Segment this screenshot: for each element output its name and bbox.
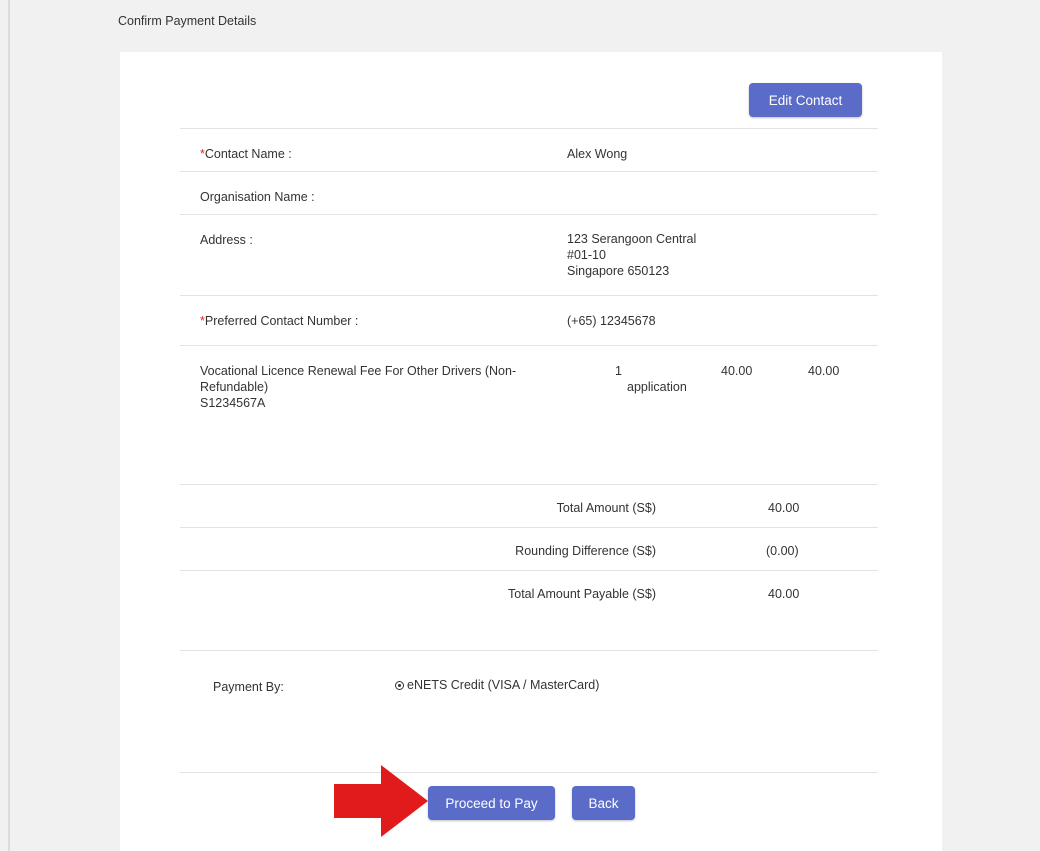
radio-selected-icon[interactable]: [395, 681, 404, 690]
divider: [180, 295, 878, 296]
total-amount-label: Total Amount (S$): [556, 501, 656, 515]
address-value: 123 Serangoon Central #01-10 Singapore 6…: [567, 231, 696, 279]
address-line: 123 Serangoon Central: [567, 232, 697, 246]
item-description: Vocational Licence Renewal Fee For Other…: [200, 363, 580, 411]
payment-details-card: Edit Contact *Contact Name : Alex Wong O…: [120, 52, 942, 851]
red-arrow-icon: [334, 765, 428, 837]
page-title: Confirm Payment Details: [118, 14, 257, 28]
divider: [180, 650, 878, 651]
item-description-line: Vocational Licence Renewal Fee For Other…: [200, 364, 517, 378]
payment-by-label: Payment By:: [213, 680, 284, 694]
item-unit-price: 40.00: [721, 364, 753, 378]
item-description-line: Refundable): [200, 380, 269, 394]
item-description-line: S1234567A: [200, 396, 266, 410]
organisation-name-label: Organisation Name :: [200, 190, 315, 204]
back-button[interactable]: Back: [572, 786, 635, 820]
edit-contact-button[interactable]: Edit Contact: [749, 83, 862, 117]
divider: [180, 772, 878, 773]
contact-number-label-text: Preferred Contact Number :: [204, 314, 359, 328]
proceed-to-pay-button[interactable]: Proceed to Pay: [428, 786, 555, 820]
payment-option-label: eNETS Credit (VISA / MasterCard): [407, 678, 600, 692]
contact-name-label-text: Contact Name :: [204, 147, 292, 161]
rounding-difference-label: Rounding Difference (S$): [515, 544, 656, 558]
contact-name-value: Alex Wong: [567, 147, 628, 161]
item-quantity-number: 1: [615, 364, 622, 378]
left-border: [8, 0, 10, 851]
item-quantity-unit: application: [627, 380, 687, 394]
contact-number-label: *Preferred Contact Number :: [200, 313, 358, 329]
divider: [180, 484, 878, 485]
item-amount: 40.00: [808, 364, 840, 378]
total-amount-value: 40.00: [768, 501, 800, 515]
address-line: Singapore 650123: [567, 264, 670, 278]
payment-option-enets[interactable]: eNETS Credit (VISA / MasterCard): [395, 677, 599, 693]
contact-name-label: *Contact Name :: [200, 146, 292, 162]
total-payable-value: 40.00: [768, 587, 800, 601]
contact-number-value: (+65) 12345678: [567, 314, 656, 328]
divider: [180, 214, 878, 215]
divider: [180, 527, 878, 528]
address-label: Address :: [200, 233, 253, 247]
item-quantity: 1 application: [613, 363, 713, 395]
divider: [180, 570, 878, 571]
total-payable-label: Total Amount Payable (S$): [508, 587, 656, 601]
divider: [180, 128, 878, 129]
divider: [180, 345, 878, 346]
rounding-difference-value: (0.00): [766, 544, 799, 558]
divider: [180, 171, 878, 172]
address-line: #01-10: [567, 248, 606, 262]
